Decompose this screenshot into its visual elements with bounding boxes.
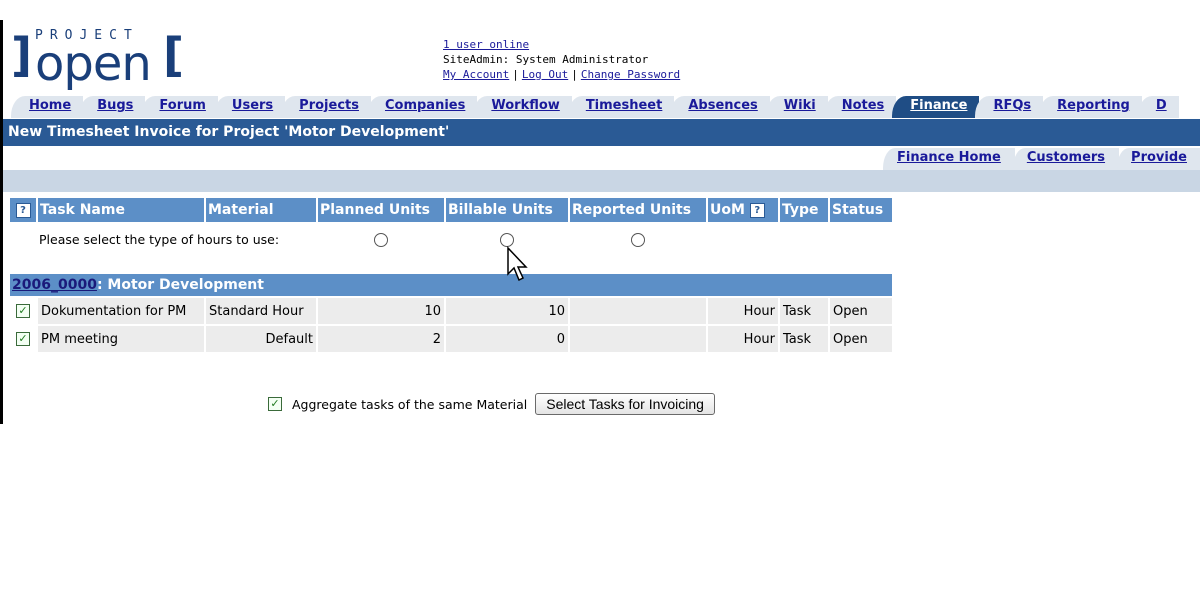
table-row: ✓ PM meeting Default 2 0 Hour Task Open [10,326,892,352]
col-status: Status [830,198,892,222]
row-checkbox[interactable]: ✓ [16,332,30,346]
project-name: : Motor Development [96,277,264,293]
tab-more[interactable]: D [1137,96,1179,118]
help-icon[interactable]: ? [749,202,765,218]
table-row: ✓ Dokumentation for PM Standard Hour 10 … [10,298,892,324]
col-uom: UoM [710,202,745,218]
subtab-customers[interactable]: Customers [1012,148,1120,170]
task-name-cell: PM meeting [38,326,204,352]
tab-wiki[interactable]: Wiki [765,96,828,118]
app-window: ] PROJECT open [ 1 user online SiteAdmin… [0,20,1200,424]
project-open-logo[interactable]: ] PROJECT open [ [11,22,201,92]
tab-absences[interactable]: Absences [670,96,770,118]
aggregate-checkbox[interactable]: ✓ [268,397,282,411]
logo-left-bracket: ] [11,28,33,82]
separator: | [571,68,578,81]
col-task-name: Task Name [38,198,204,222]
radio-planned-units[interactable] [374,232,388,247]
tab-bugs[interactable]: Bugs [79,96,146,118]
separator: | [512,68,519,81]
planned-cell: 10 [318,298,444,324]
tab-home[interactable]: Home [11,96,84,118]
col-type: Type [780,198,828,222]
status-cell: Open [830,298,892,324]
uom-cell: Hour [708,298,778,324]
row-checkbox[interactable]: ✓ [16,304,30,318]
billable-cell: 10 [446,298,568,324]
uom-cell: Hour [708,326,778,352]
subtab-finance-home[interactable]: Finance Home [883,148,1015,170]
material-cell: Standard Hour [206,298,316,324]
change-password-link[interactable]: Change Password [581,68,680,81]
tab-forum[interactable]: Forum [141,96,218,118]
my-account-link[interactable]: My Account [443,68,509,81]
mouse-cursor-icon [507,246,528,282]
select-hours-label: Please select the type of hours to use: [39,231,280,247]
logo-open-text: open [35,36,152,92]
tab-projects[interactable]: Projects [281,96,371,118]
project-code-link[interactable]: 2006_0000 [12,277,97,293]
type-cell: Task [780,326,828,352]
select-tasks-button[interactable]: Select Tasks for Invoicing [535,393,715,415]
aggregate-label: Aggregate tasks of the same Material [292,396,528,412]
page-title: New Timesheet Invoice for Project 'Motor… [3,119,1200,146]
subtab-providers[interactable]: Provide [1117,148,1200,170]
tab-companies[interactable]: Companies [366,96,478,118]
radio-billable-units[interactable] [500,232,514,247]
users-online-link[interactable]: 1 user online [443,38,529,51]
tab-reporting[interactable]: Reporting [1039,96,1142,118]
status-cell: Open [830,326,892,352]
project-section-row: 2006_0000: Motor Development [10,274,892,296]
col-material: Material [206,198,316,222]
tab-workflow[interactable]: Workflow [473,96,572,118]
tab-users[interactable]: Users [213,96,286,118]
col-billable-units: Billable Units [446,198,568,222]
planned-cell: 2 [318,326,444,352]
material-cell: Default [206,326,316,352]
tab-finance[interactable]: Finance [892,96,980,118]
col-reported-units: Reported Units [570,198,706,222]
site-admin-label: SiteAdmin: System Administrator [443,53,649,66]
billable-cell: 0 [446,326,568,352]
table-header-row: ? Task Name Material Planned Units Billa… [10,198,892,222]
tasks-table: ? Task Name Material Planned Units Billa… [8,196,894,354]
reported-cell [570,326,706,352]
user-info: 1 user online SiteAdmin: System Administ… [443,37,680,82]
logo-right-bracket: [ [163,28,185,82]
finance-subtabs: Finance Home Customers Provide [883,148,1200,170]
type-cell: Task [780,298,828,324]
hours-type-row: Please select the type of hours to use: [10,224,892,254]
tab-rfqs[interactable]: RFQs [975,96,1044,118]
logout-link[interactable]: Log Out [522,68,568,81]
col-planned-units: Planned Units [318,198,444,222]
subnav-band [3,170,1200,192]
main-tabs: Home Bugs Forum Users Projects Companies… [11,96,1179,118]
radio-reported-units[interactable] [631,232,645,247]
aggregate-row: ✓ Aggregate tasks of the same Material S… [268,393,715,415]
reported-cell [570,298,706,324]
tab-notes[interactable]: Notes [823,96,897,118]
task-name-cell: Dokumentation for PM [38,298,204,324]
tab-timesheet[interactable]: Timesheet [567,96,675,118]
help-icon[interactable]: ? [15,202,31,218]
